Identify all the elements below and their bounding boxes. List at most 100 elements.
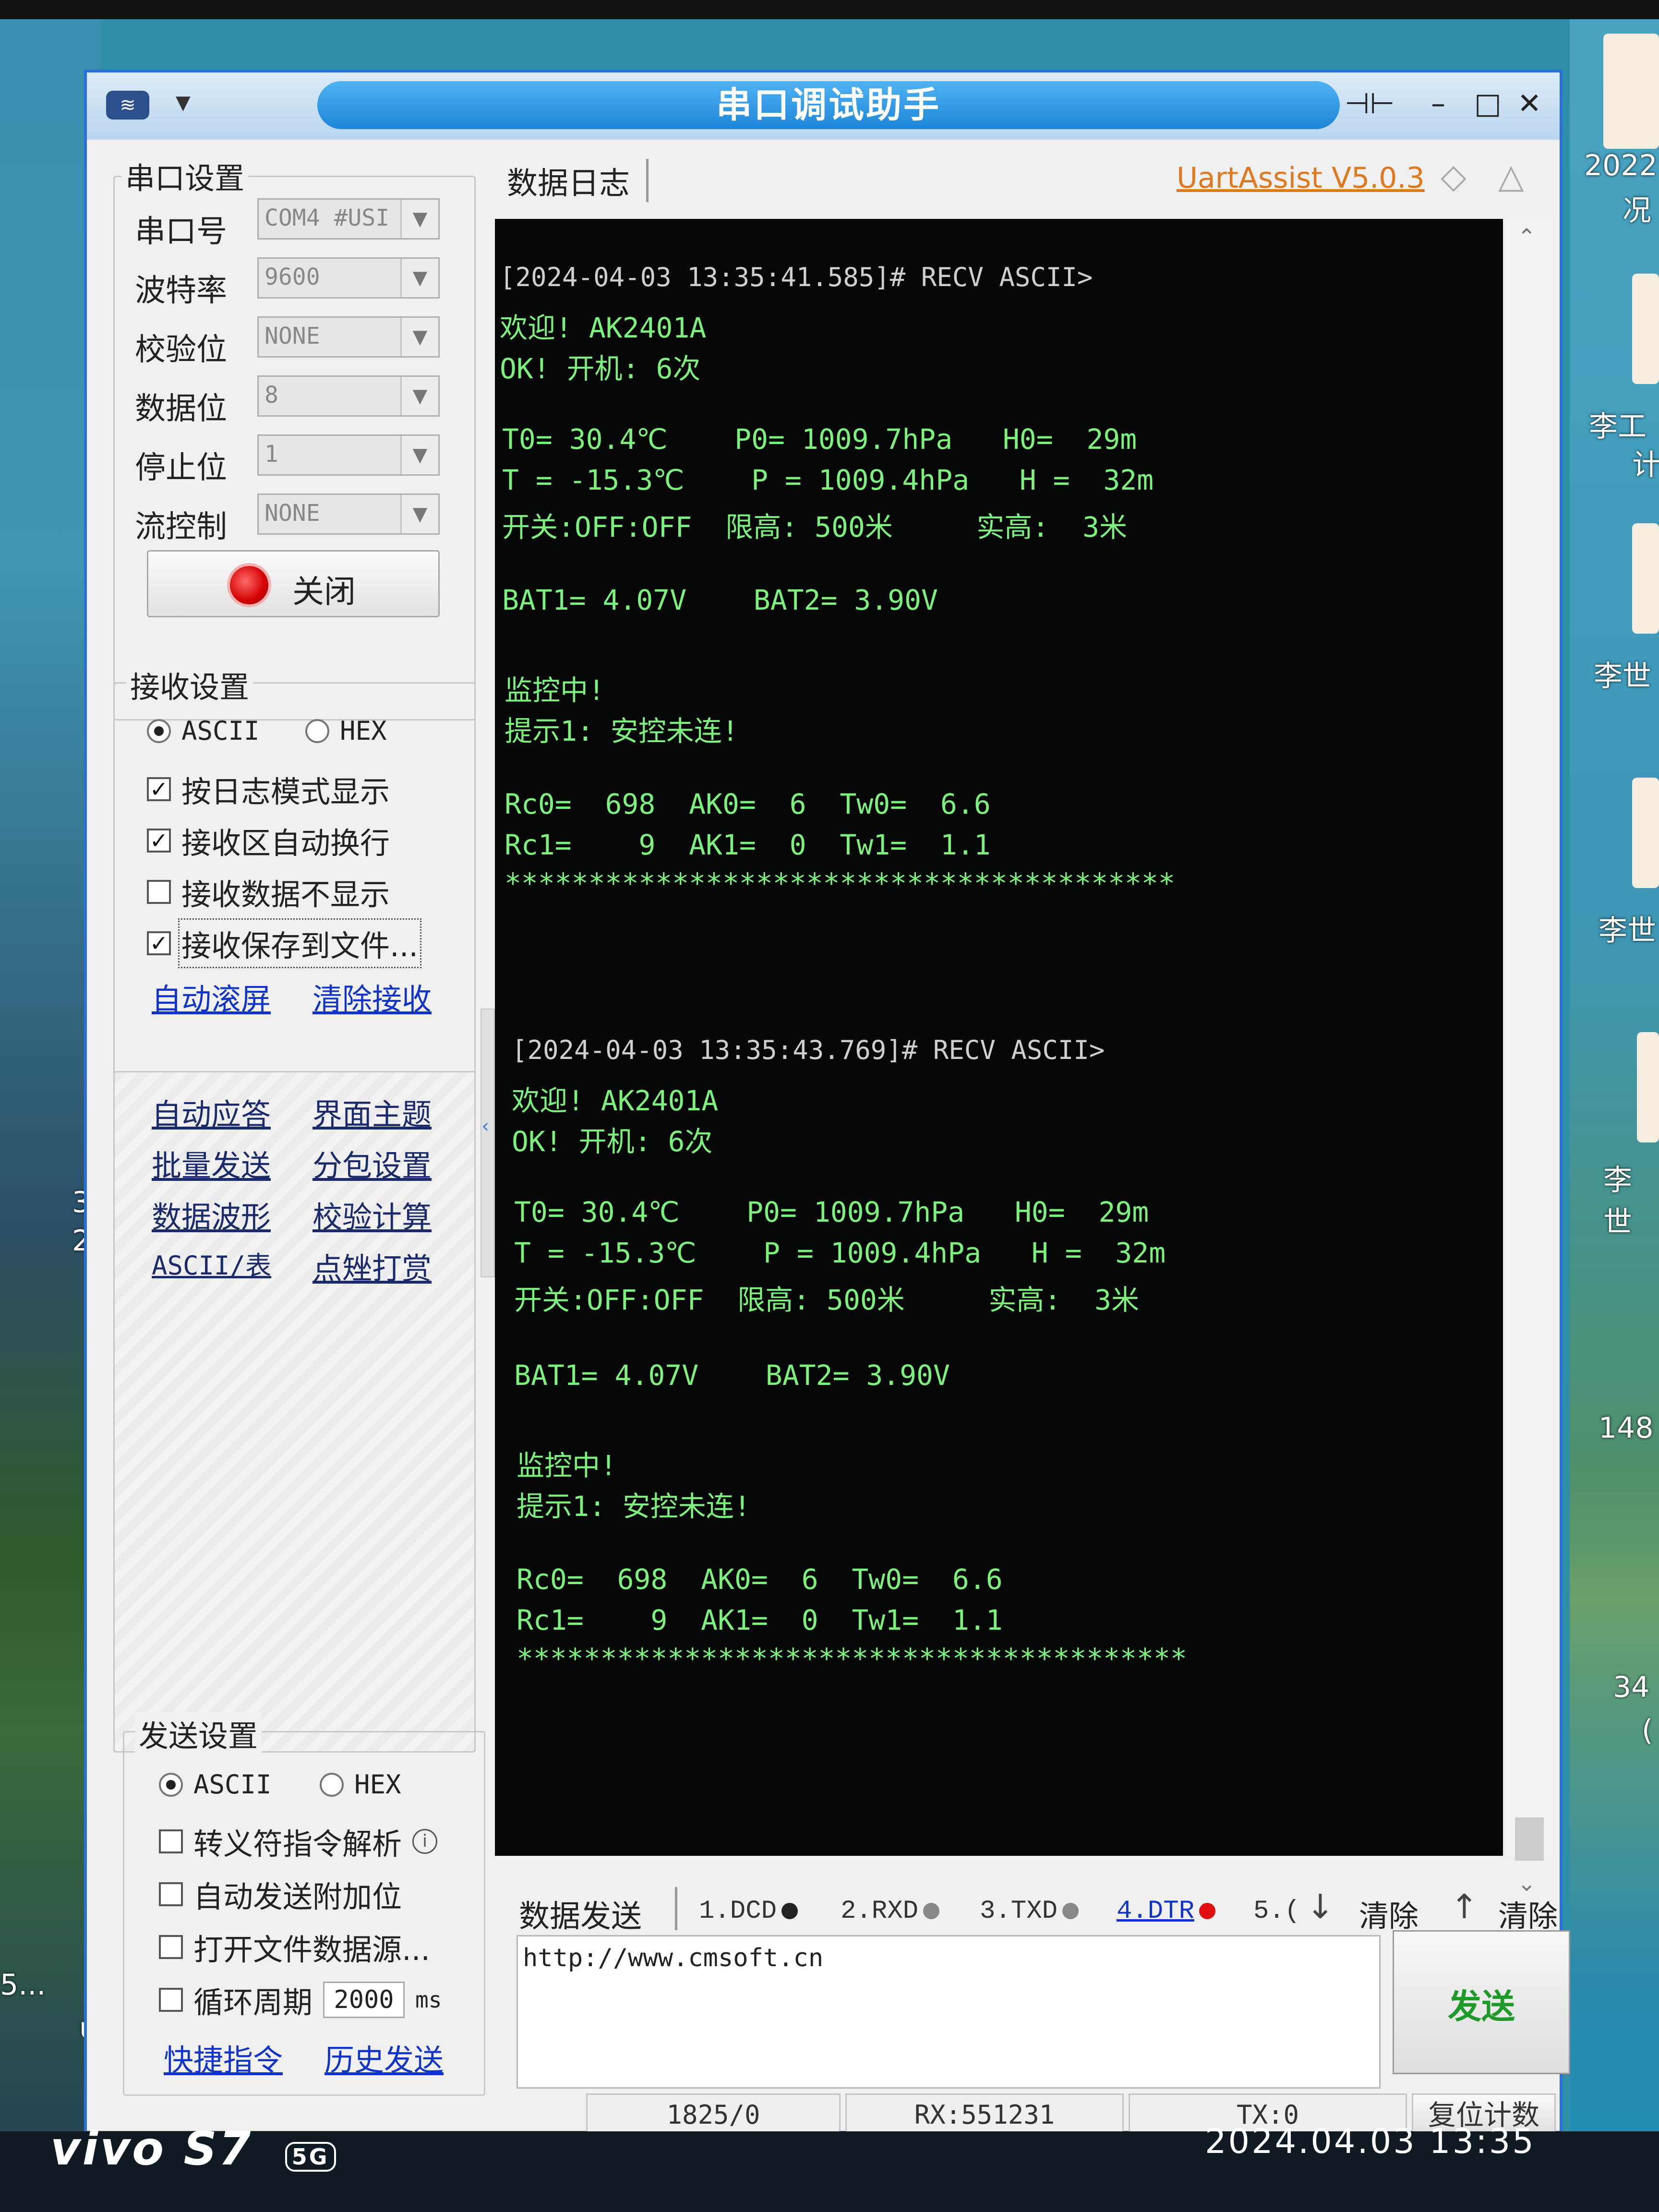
brand-link[interactable]: UartAssist V5.0.3 — [1177, 161, 1425, 195]
auto-wrap-checkbox[interactable]: ✓ 接收区自动换行 — [147, 819, 390, 862]
tab-data-send[interactable]: 数据发送 — [519, 1892, 642, 1936]
hide-data-checkbox[interactable]: 接收数据不显示 — [147, 870, 390, 914]
packet-settings-link[interactable]: 分包设置 — [313, 1142, 432, 1185]
send-history-link[interactable]: 历史发送 — [325, 2036, 444, 2079]
parity-select[interactable]: NONE ▼ — [257, 316, 440, 358]
desktop-file-icon[interactable] — [1637, 1032, 1659, 1142]
txd-signal[interactable]: 3.TXD — [980, 1897, 1079, 1926]
log-line: Rc0= 698 AK0= 6 Tw0= 6.6 — [505, 788, 991, 820]
desktop-file-icon[interactable] — [1632, 274, 1659, 384]
panel-splitter[interactable]: ‹ — [481, 1009, 495, 1277]
photo-device-watermark: vivo S7 5G — [50, 2122, 336, 2176]
status-counter: 1825/0 — [586, 2093, 841, 2137]
receive-hex-label: HEX — [340, 716, 387, 746]
checkbox-empty-icon[interactable] — [159, 1988, 183, 2012]
collapse-panel-icon[interactable]: ‹ — [481, 1115, 489, 1137]
checkbox-empty-icon[interactable] — [159, 1935, 183, 1959]
send-input[interactable]: http://www.cmsoft.cn — [517, 1935, 1381, 2089]
desktop-file-icon[interactable] — [1632, 778, 1659, 888]
shortcut-commands-link[interactable]: 快捷指令 — [164, 2036, 283, 2079]
menu-chevron-icon[interactable]: ▼ — [176, 92, 191, 114]
tab-separator — [646, 159, 649, 202]
loop-send-checkbox[interactable]: 循环周期 2000 ms — [159, 1978, 442, 2021]
log-line: [2024-04-03 13:35:41.585]# RECV ASCII> — [500, 262, 1093, 292]
stopbits-select[interactable]: 1 ▼ — [257, 434, 440, 476]
chevron-down-icon[interactable]: ▼ — [400, 436, 438, 474]
checkbox-empty-icon[interactable] — [159, 1882, 183, 1906]
clear-receive-link[interactable]: 清除接收 — [313, 975, 432, 1018]
rts-signal[interactable]: 5.( — [1253, 1897, 1300, 1926]
theme-link[interactable]: 界面主题 — [313, 1090, 432, 1133]
escape-parse-checkbox[interactable]: 转义符指令解析 i — [159, 1820, 438, 1863]
dcd-signal[interactable]: 1.DCD — [699, 1897, 798, 1926]
desktop-file-icon[interactable] — [1603, 34, 1659, 149]
bell-icon[interactable]: △ — [1498, 156, 1524, 196]
send-hex-radio[interactable]: HEX — [320, 1769, 401, 1800]
auto-reply-link[interactable]: 自动应答 — [152, 1090, 271, 1133]
app-logo-icon[interactable]: ≋ — [106, 91, 149, 120]
save-to-file-checkbox[interactable]: ✓ 接收保存到文件... — [147, 918, 422, 968]
baud-select[interactable]: 9600 ▼ — [257, 257, 440, 299]
desktop-label: 2022 — [1584, 149, 1658, 182]
radio-selected-icon[interactable] — [159, 1772, 183, 1797]
serial-settings-title: 串口设置 — [121, 154, 249, 197]
close-window-button[interactable]: ✕ — [1517, 87, 1541, 120]
chevron-down-icon[interactable]: ▼ — [400, 259, 438, 297]
log-line: BAT1= 4.07V BAT2= 3.90V — [502, 584, 938, 616]
loop-period-input[interactable]: 2000 — [323, 1982, 405, 2018]
hide-data-label: 接收数据不显示 — [181, 877, 390, 912]
clear-send-button[interactable]: 清除 — [1498, 1892, 1558, 1935]
dcd-led-icon — [781, 1902, 798, 1919]
auto-scroll-link[interactable]: 自动滚屏 — [152, 975, 271, 1018]
ascii-table-link[interactable]: ASCII/表 — [152, 1244, 271, 1282]
scroll-up-icon[interactable]: ⌃ — [1517, 224, 1536, 250]
databits-select[interactable]: 8 ▼ — [257, 375, 440, 417]
desktop-file-icon[interactable] — [1632, 523, 1659, 634]
title-bar[interactable]: ≋ ▼ 串口调试助手 ⊣⊢ – □ ✕ — [87, 72, 1560, 140]
pin-icon[interactable]: ⊣⊢ — [1345, 87, 1395, 120]
port-select[interactable]: COM4 #USI ▼ — [257, 198, 440, 240]
donate-link[interactable]: 点矬打赏 — [313, 1244, 432, 1287]
chevron-down-icon[interactable]: ▼ — [400, 495, 438, 533]
info-icon[interactable]: i — [412, 1829, 438, 1854]
log-scrollbar[interactable]: ⌃ ⌄ — [1505, 219, 1553, 1896]
checkbox-checked-icon[interactable]: ✓ — [147, 829, 171, 853]
log-line: 监控中! — [505, 674, 605, 707]
parity-value: NONE — [264, 323, 320, 349]
waveform-link[interactable]: 数据波形 — [152, 1193, 271, 1236]
checksum-link[interactable]: 校验计算 — [313, 1193, 432, 1236]
batch-send-link[interactable]: 批量发送 — [152, 1142, 271, 1185]
send-ascii-label: ASCII — [193, 1769, 272, 1800]
chevron-down-icon[interactable]: ▼ — [400, 318, 438, 356]
maximize-button[interactable]: □ — [1474, 87, 1502, 120]
checkbox-checked-icon[interactable]: ✓ — [147, 931, 171, 955]
checkbox-checked-icon[interactable]: ✓ — [147, 777, 171, 801]
receive-ascii-radio[interactable]: ASCII — [147, 716, 260, 746]
flow-select[interactable]: NONE ▼ — [257, 493, 440, 535]
clear-receive-button[interactable]: 清除 — [1359, 1892, 1419, 1935]
tab-data-log[interactable]: 数据日志 — [507, 159, 630, 203]
append-check-checkbox[interactable]: 自动发送附加位 — [159, 1873, 402, 1916]
radio-selected-icon[interactable] — [147, 719, 171, 743]
scroll-thumb[interactable] — [1515, 1817, 1544, 1861]
receive-log-area[interactable]: [2024-04-03 13:35:41.585]# RECV ASCII> 欢… — [495, 219, 1503, 1856]
checkbox-empty-icon[interactable] — [159, 1829, 183, 1853]
send-button[interactable]: 发送 — [1393, 1930, 1570, 2074]
checkbox-empty-icon[interactable] — [147, 880, 171, 904]
arrow-down-icon[interactable]: ↓ — [1306, 1887, 1334, 1926]
chevron-down-icon[interactable]: ▼ — [400, 377, 438, 415]
receive-hex-radio[interactable]: HEX — [305, 716, 387, 746]
log-mode-checkbox[interactable]: ✓ 按日志模式显示 — [147, 768, 390, 811]
radio-empty-icon[interactable] — [320, 1772, 344, 1797]
chevron-down-icon[interactable]: ▼ — [400, 200, 438, 238]
open-close-port-button[interactable]: 关闭 — [147, 550, 440, 617]
open-file-source-checkbox[interactable]: 打开文件数据源... — [159, 1925, 430, 1969]
send-ascii-radio[interactable]: ASCII — [159, 1769, 272, 1800]
diamond-icon[interactable]: ◇ — [1441, 156, 1467, 196]
minimize-button[interactable]: – — [1431, 87, 1445, 120]
arrow-up-icon[interactable]: ↑ — [1450, 1887, 1479, 1926]
stopbits-label: 停止位 — [135, 450, 227, 486]
dtr-signal[interactable]: 4.DTR — [1117, 1897, 1216, 1926]
rxd-signal[interactable]: 2.RXD — [841, 1897, 940, 1926]
radio-empty-icon[interactable] — [305, 719, 329, 743]
